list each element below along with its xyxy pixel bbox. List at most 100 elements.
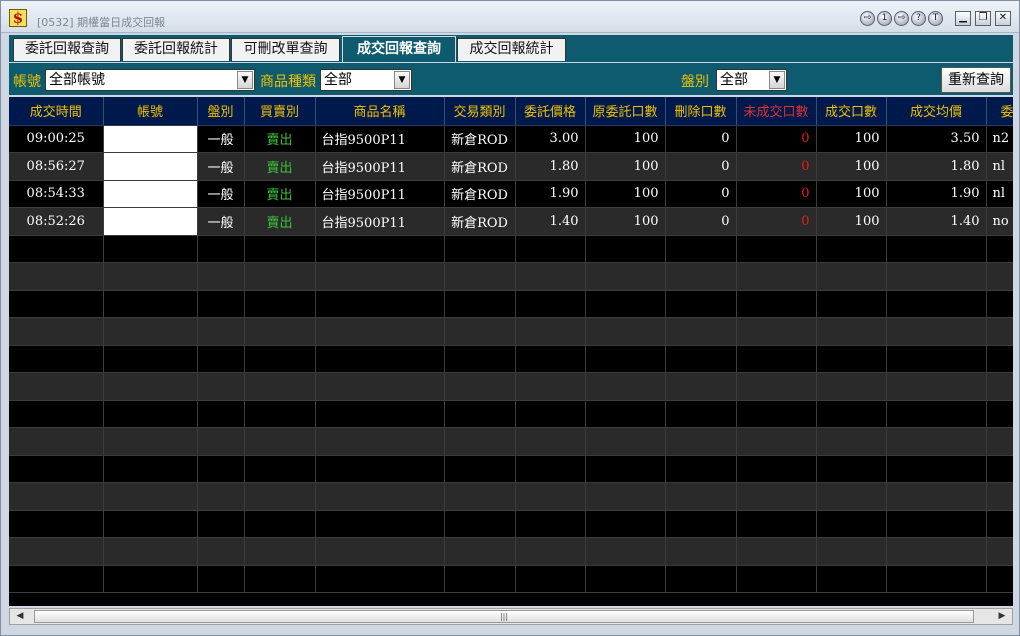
empty-cell xyxy=(585,427,666,456)
empty-row[interactable] xyxy=(9,455,1013,483)
col-trade-type[interactable]: 交易類別 xyxy=(444,97,516,126)
col-order-no[interactable]: 委託 xyxy=(986,97,1013,126)
close-button[interactable]: ✕ xyxy=(995,11,1011,26)
empty-cell xyxy=(315,510,445,538)
table-row[interactable]: 08:54:33 一般 賣出 台指9500P11 新倉ROD 1.90 100 0 0 100 1.… xyxy=(9,180,1013,208)
empty-cell xyxy=(816,510,887,538)
col-orig-qty[interactable]: 原委託口數 xyxy=(585,97,666,126)
empty-row[interactable] xyxy=(9,510,1013,538)
col-fill-time[interactable]: 成交時間 xyxy=(9,97,104,126)
empty-cell xyxy=(103,455,198,483)
empty-row[interactable] xyxy=(9,235,1013,263)
table-row[interactable]: 08:52:26 一般 賣出 台指9500P11 新倉ROD 1.40 100 0 0 100 1.… xyxy=(9,207,1013,236)
empty-cell xyxy=(736,455,817,483)
empty-cell xyxy=(585,510,666,538)
empty-cell xyxy=(444,372,516,401)
empty-row[interactable] xyxy=(9,317,1013,346)
number-one-icon[interactable]: 1 xyxy=(877,11,892,26)
empty-cell xyxy=(585,290,666,318)
export-icon[interactable]: ⇨ xyxy=(894,11,909,26)
cell-order-no: n2 xyxy=(986,125,1013,153)
chevron-down-icon[interactable]: ▼ xyxy=(394,71,410,89)
col-unfilled-qty[interactable]: 未成交口數 xyxy=(736,97,817,126)
help-icon[interactable]: ? xyxy=(911,11,926,26)
col-session[interactable]: 盤別 xyxy=(197,97,245,126)
empty-row[interactable] xyxy=(9,400,1013,428)
empty-cell xyxy=(244,235,316,263)
empty-row[interactable] xyxy=(9,262,1013,291)
fill-report-grid[interactable]: 成交時間 帳號 盤別 買賣別 商品名稱 交易類別 委託價格 原委託口數 刪除口數… xyxy=(9,97,1013,606)
empty-cell xyxy=(197,317,245,346)
table-row[interactable]: 08:56:27 一般 賣出 台指9500P11 新倉ROD 1.80 100 0 0 100 1.… xyxy=(9,152,1013,181)
col-order-price[interactable]: 委託價格 xyxy=(515,97,586,126)
empty-cell xyxy=(665,317,737,346)
tab-order-query[interactable]: 委託回報查詢 xyxy=(13,38,121,61)
empty-cell xyxy=(736,565,817,593)
scroll-left-icon[interactable]: ◀ xyxy=(12,609,28,624)
empty-cell xyxy=(9,455,104,483)
col-product[interactable]: 商品名稱 xyxy=(315,97,445,126)
link-icon[interactable]: ⇨ xyxy=(860,11,875,26)
scrollbar-thumb[interactable]: ||| xyxy=(34,610,974,623)
tab-fill-query[interactable]: 成交回報查詢 xyxy=(342,36,456,62)
empty-row[interactable] xyxy=(9,565,1013,593)
empty-cell xyxy=(315,565,445,593)
tab-order-stats[interactable]: 委託回報統計 xyxy=(122,38,230,61)
empty-cell xyxy=(585,455,666,483)
col-account[interactable]: 帳號 xyxy=(103,97,198,126)
minimize-button[interactable]: ▁ xyxy=(955,11,971,26)
empty-row[interactable] xyxy=(9,345,1013,373)
title-bar[interactable]: $ [0532] 期權當日成交回報 ⇨ 1 ⇨ ? T ▁ ❐ ✕ xyxy=(1,1,1019,33)
table-row[interactable]: 09:00:25 一般 賣出 台指9500P11 新倉ROD 3.00 100 0 0 100 3.… xyxy=(9,125,1013,153)
empty-cell xyxy=(515,482,586,511)
chevron-down-icon[interactable]: ▼ xyxy=(769,71,785,89)
empty-cell xyxy=(986,317,1013,346)
empty-cell xyxy=(665,510,737,538)
empty-row[interactable] xyxy=(9,427,1013,456)
empty-cell xyxy=(197,345,245,373)
empty-cell xyxy=(886,235,987,263)
empty-cell xyxy=(665,372,737,401)
empty-row[interactable] xyxy=(9,290,1013,318)
cell-trade-type: 新倉ROD xyxy=(444,152,516,181)
col-filled-qty[interactable]: 成交口數 xyxy=(816,97,887,126)
cell-product: 台指9500P11 xyxy=(315,180,445,208)
empty-row[interactable] xyxy=(9,372,1013,401)
horizontal-scrollbar[interactable]: ◀ ||| ▶ xyxy=(9,608,1013,625)
empty-cell xyxy=(444,427,516,456)
empty-cell xyxy=(444,345,516,373)
cell-unfilled-qty: 0 xyxy=(736,125,817,153)
scroll-right-icon[interactable]: ▶ xyxy=(994,609,1010,624)
requery-button[interactable]: 重新查詢 xyxy=(941,67,1011,93)
tab-modifiable-orders[interactable]: 可刪改單查詢 xyxy=(231,38,340,61)
empty-row[interactable] xyxy=(9,537,1013,566)
col-side[interactable]: 買賣別 xyxy=(244,97,316,126)
empty-cell xyxy=(244,510,316,538)
empty-cell xyxy=(585,565,666,593)
restore-button[interactable]: ❐ xyxy=(975,11,991,26)
col-cancel-qty[interactable]: 刪除口數 xyxy=(665,97,737,126)
empty-cell xyxy=(736,262,817,291)
account-label: 帳號 xyxy=(13,74,41,90)
empty-cell xyxy=(197,372,245,401)
cell-price: 3.00 xyxy=(515,125,586,153)
account-select[interactable]: 全部帳號 ▼ xyxy=(45,69,255,91)
empty-cell xyxy=(585,345,666,373)
empty-cell xyxy=(444,537,516,566)
session-select[interactable]: 全部 ▼ xyxy=(716,69,787,91)
cell-avg-price: 1.40 xyxy=(886,207,987,236)
product-type-select[interactable]: 全部 ▼ xyxy=(320,69,412,91)
empty-cell xyxy=(244,565,316,593)
empty-cell xyxy=(665,482,737,511)
empty-cell xyxy=(816,427,887,456)
table-header-row: 成交時間 帳號 盤別 買賣別 商品名稱 交易類別 委託價格 原委託口數 刪除口數… xyxy=(9,97,1013,126)
empty-cell xyxy=(736,427,817,456)
tab-fill-stats[interactable]: 成交回報統計 xyxy=(457,38,566,61)
empty-cell xyxy=(816,565,887,593)
cell-avg-price: 1.80 xyxy=(886,152,987,181)
empty-row[interactable] xyxy=(9,482,1013,511)
chevron-down-icon[interactable]: ▼ xyxy=(237,71,253,89)
t-icon[interactable]: T xyxy=(928,11,943,26)
empty-cell xyxy=(315,482,445,511)
col-avg-price[interactable]: 成交均價 xyxy=(886,97,987,126)
